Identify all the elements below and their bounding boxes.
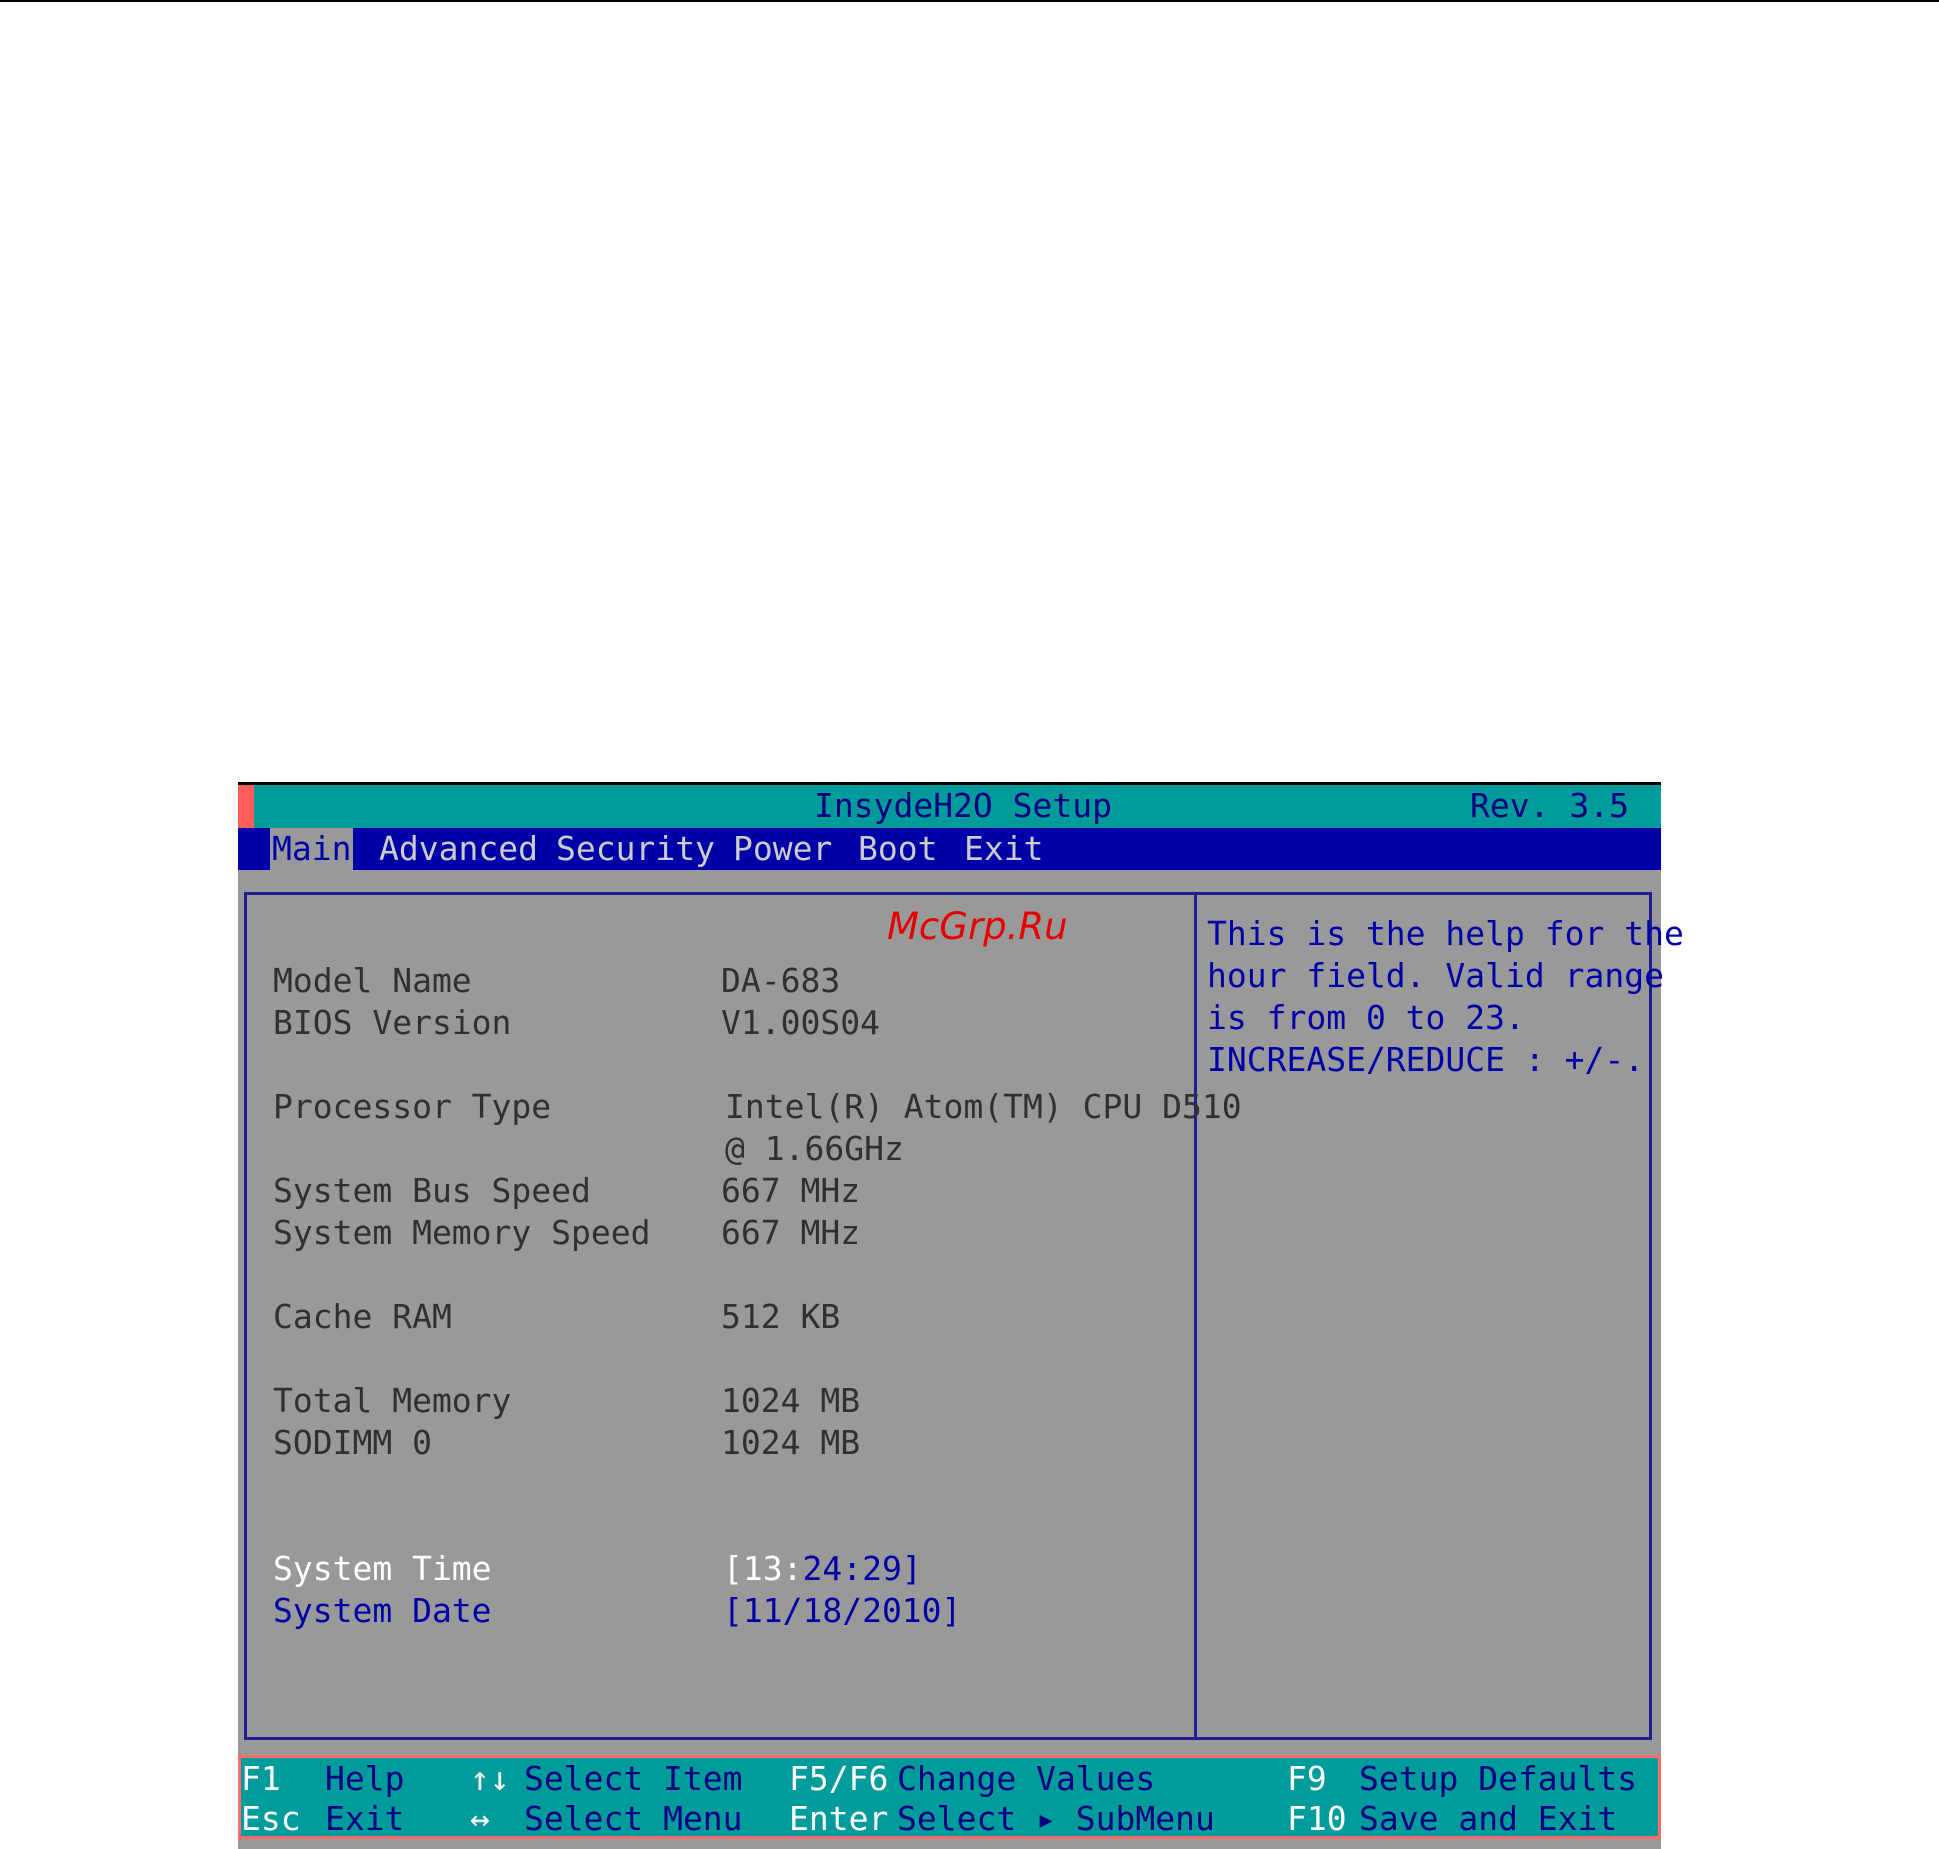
model-name-label: Model Name xyxy=(273,961,472,1000)
tab-advanced[interactable]: Advanced xyxy=(379,828,538,870)
sodimm0-value: 1024 MB xyxy=(721,1423,861,1462)
help-line-2: hour field. Valid range xyxy=(1207,956,1664,995)
cache-ram-label: Cache RAM xyxy=(273,1297,452,1336)
bios-version-value: V1.00S04 xyxy=(721,1003,880,1042)
help-line-1: This is the help for the xyxy=(1207,914,1684,953)
key-leftright-desc: Select Menu xyxy=(524,1799,743,1838)
key-legend-footer: F1 Help Esc Exit ↑↓ Select Item ↔ Select… xyxy=(238,1755,1661,1839)
key-f5f6: F5/F6 xyxy=(789,1759,889,1798)
help-line-4: INCREASE/REDUCE : +/-. xyxy=(1207,1040,1645,1079)
system-time-label[interactable]: System Time xyxy=(273,1548,492,1590)
key-f10: F10 xyxy=(1287,1799,1347,1838)
menu-bar: Main Advanced Security Power Boot Exit xyxy=(238,828,1661,870)
key-f1-desc: Help xyxy=(325,1759,405,1798)
key-f10-desc: Save and Exit xyxy=(1359,1799,1618,1838)
page-top-rule xyxy=(0,0,1939,2)
system-date-label[interactable]: System Date xyxy=(273,1590,492,1632)
arrow-updown-icon: ↑↓ xyxy=(470,1759,510,1798)
watermark: McGrp.Ru xyxy=(887,905,1068,948)
system-bus-speed-label: System Bus Speed xyxy=(273,1171,591,1210)
system-time-colon: : xyxy=(782,1549,803,1588)
tab-security[interactable]: Security xyxy=(556,828,715,870)
key-enter: Enter xyxy=(789,1799,889,1838)
tab-exit[interactable]: Exit xyxy=(964,828,1043,870)
system-time-bracket-open: [ xyxy=(723,1549,743,1588)
tab-main[interactable]: Main xyxy=(270,828,354,870)
system-time-minutes-seconds[interactable]: 24:29] xyxy=(803,1549,922,1588)
system-date-field[interactable]: [11/18/2010] xyxy=(723,1590,961,1632)
key-f5f6-desc: Change Values xyxy=(897,1759,1156,1798)
cache-ram-value: 512 KB xyxy=(721,1297,841,1336)
main-panel: McGrp.Ru Model Name DA-683 BIOS Version … xyxy=(244,892,1684,1740)
key-f9-desc: Setup Defaults xyxy=(1359,1759,1638,1798)
key-f1: F1 xyxy=(241,1759,281,1798)
model-name-value: DA-683 xyxy=(721,961,841,1000)
panel-divider xyxy=(1194,895,1197,1737)
help-text: This is the help for the hour field. Val… xyxy=(1207,913,1684,1081)
revision-label: Rev. 3.5 xyxy=(1470,786,1629,825)
bios-screen: InsydeH2O Setup Utility Rev. 3.5 Main Ad… xyxy=(238,782,1684,1849)
tab-boot[interactable]: Boot xyxy=(858,828,937,870)
total-memory-label: Total Memory xyxy=(273,1381,512,1420)
system-bus-speed-value: 667 MHz xyxy=(721,1171,861,1210)
key-esc: Esc xyxy=(241,1799,301,1838)
key-updown-desc: Select Item xyxy=(524,1759,743,1798)
key-esc-desc: Exit xyxy=(325,1799,405,1838)
processor-type-value: Intel(R) Atom(TM) CPU D510 xyxy=(725,1087,1242,1126)
help-line-3: is from 0 to 23. xyxy=(1207,998,1525,1037)
arrow-leftright-icon: ↔ xyxy=(470,1799,490,1838)
title-bar: InsydeH2O Setup Utility Rev. 3.5 xyxy=(238,782,1661,867)
sodimm0-label: SODIMM 0 xyxy=(273,1423,432,1462)
bios-version-label: BIOS Version xyxy=(273,1003,512,1042)
key-f9: F9 xyxy=(1287,1759,1327,1798)
system-memory-speed-label: System Memory Speed xyxy=(273,1213,651,1252)
system-time-hour[interactable]: 13 xyxy=(743,1549,783,1588)
system-date-value[interactable]: [11/18/2010] xyxy=(723,1591,961,1630)
system-memory-speed-value: 667 MHz xyxy=(721,1213,861,1252)
total-memory-value: 1024 MB xyxy=(721,1381,861,1420)
title-accent xyxy=(238,785,254,828)
key-enter-desc: Select ▸ SubMenu xyxy=(897,1799,1215,1838)
processor-type-value-line2: @ 1.66GHz xyxy=(725,1129,904,1168)
tab-power[interactable]: Power xyxy=(733,828,832,870)
system-time-field[interactable]: [13:24:29] xyxy=(723,1548,922,1590)
processor-type-label: Processor Type xyxy=(273,1087,552,1126)
